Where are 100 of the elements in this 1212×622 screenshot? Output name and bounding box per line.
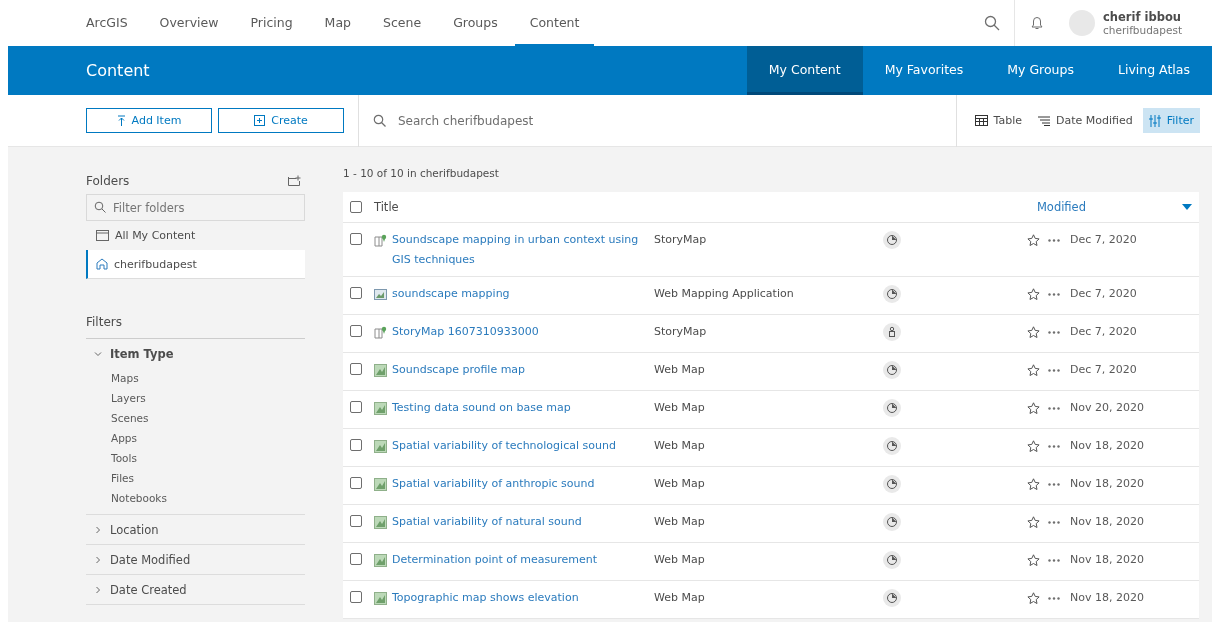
more-options-icon[interactable] bbox=[1048, 445, 1060, 448]
star-icon[interactable] bbox=[1027, 516, 1040, 529]
item-type: StoryMap bbox=[654, 232, 708, 248]
item-type-option[interactable]: Notebooks bbox=[86, 488, 305, 508]
item-title-link[interactable]: Spatial variability of anthropic sound bbox=[392, 474, 595, 494]
item-type: Web Map bbox=[654, 400, 706, 416]
filter-toggle[interactable]: Item Type bbox=[86, 339, 182, 368]
item-type-option[interactable]: Files bbox=[86, 468, 305, 488]
more-options-icon[interactable] bbox=[1048, 331, 1060, 334]
more-options-icon[interactable] bbox=[1048, 239, 1060, 242]
item-type: Web Map bbox=[654, 514, 706, 530]
filter-folders-field[interactable]: Filter folders bbox=[86, 194, 305, 221]
web-map-icon bbox=[374, 440, 387, 453]
star-icon[interactable] bbox=[1027, 288, 1040, 301]
more-options-icon[interactable] bbox=[1048, 597, 1060, 600]
storymap-icon bbox=[374, 234, 387, 247]
filter-toggle[interactable]: Date Modified bbox=[86, 545, 199, 574]
star-icon[interactable] bbox=[1027, 402, 1040, 415]
web-map-icon bbox=[374, 402, 387, 415]
item-title-link[interactable]: soundscape mapping bbox=[392, 284, 510, 304]
more-options-icon[interactable] bbox=[1048, 369, 1060, 372]
row-checkbox[interactable] bbox=[350, 439, 362, 451]
item-type-option[interactable]: Scenes bbox=[86, 408, 305, 428]
modified-date: Nov 20, 2020 bbox=[1070, 400, 1144, 416]
star-icon[interactable] bbox=[1027, 592, 1040, 605]
row-checkbox[interactable] bbox=[350, 515, 362, 527]
item-type: Web Map bbox=[654, 438, 706, 454]
row-checkbox[interactable] bbox=[350, 363, 362, 375]
star-icon[interactable] bbox=[1027, 478, 1040, 491]
item-title-link[interactable]: Spatial variability of natural sound bbox=[392, 512, 582, 532]
filter-button[interactable]: Filter bbox=[1142, 108, 1200, 133]
table-icon bbox=[974, 115, 988, 126]
content-tab[interactable]: My Groups bbox=[985, 46, 1096, 95]
star-icon[interactable] bbox=[1027, 326, 1040, 339]
sort-icon bbox=[1038, 115, 1050, 126]
item-title-link[interactable]: Testing data sound on base map bbox=[392, 398, 571, 418]
chevron-icon bbox=[94, 525, 102, 534]
item-type: Web Map bbox=[654, 476, 706, 492]
star-icon[interactable] bbox=[1027, 364, 1040, 377]
user-username: cherifbudapest bbox=[1103, 24, 1182, 36]
modified-date: Nov 18, 2020 bbox=[1070, 476, 1144, 492]
item-type-option[interactable]: Maps bbox=[86, 368, 305, 388]
item-type-option[interactable]: Tools bbox=[86, 448, 305, 468]
more-options-icon[interactable] bbox=[1048, 407, 1060, 410]
chevron-icon bbox=[94, 585, 102, 594]
sort-button[interactable]: Date Modified bbox=[1032, 108, 1139, 133]
upload-icon bbox=[116, 115, 126, 126]
add-item-button[interactable]: Add Item bbox=[86, 108, 212, 133]
star-icon[interactable] bbox=[1027, 234, 1040, 247]
nav-link[interactable]: Groups bbox=[438, 0, 513, 46]
row-checkbox[interactable] bbox=[350, 477, 362, 489]
nav-link[interactable]: Map bbox=[309, 0, 366, 46]
item-type: Web Map bbox=[654, 552, 706, 568]
modified-date: Dec 7, 2020 bbox=[1070, 324, 1137, 340]
nav-link[interactable]: Pricing bbox=[235, 0, 308, 46]
item-type-option[interactable]: Layers bbox=[86, 388, 305, 408]
select-all-checkbox[interactable] bbox=[350, 201, 362, 213]
item-type-option[interactable]: Apps bbox=[86, 428, 305, 448]
page-title: Content bbox=[86, 61, 150, 80]
row-checkbox[interactable] bbox=[350, 287, 362, 299]
row-checkbox[interactable] bbox=[350, 325, 362, 337]
content-tab[interactable]: Living Atlas bbox=[1096, 46, 1212, 95]
item-title-link[interactable]: StoryMap 1607310933000 bbox=[392, 322, 539, 342]
more-options-icon[interactable] bbox=[1048, 293, 1060, 296]
modified-date: Dec 7, 2020 bbox=[1070, 362, 1137, 378]
storymap-icon bbox=[374, 326, 387, 339]
new-folder-icon[interactable] bbox=[288, 175, 301, 186]
sort-descending-icon[interactable] bbox=[1182, 204, 1192, 210]
table-view-button[interactable]: Table bbox=[968, 108, 1028, 133]
more-options-icon[interactable] bbox=[1048, 559, 1060, 562]
filter-toggle[interactable]: Location bbox=[86, 515, 167, 544]
modified-date: Dec 7, 2020 bbox=[1070, 232, 1137, 248]
more-options-icon[interactable] bbox=[1048, 483, 1060, 486]
item-title-link[interactable]: Soundscape profile map bbox=[392, 360, 526, 380]
nav-link[interactable]: ArcGIS bbox=[86, 0, 143, 46]
modified-column-header[interactable]: Modified bbox=[1036, 200, 1086, 214]
item-title-link[interactable]: Topographic map shows elevation bbox=[392, 588, 579, 608]
filter-toggle[interactable]: Date Created bbox=[86, 575, 195, 604]
row-checkbox[interactable] bbox=[350, 233, 362, 245]
nav-link[interactable]: Scene bbox=[368, 0, 437, 46]
person-icon bbox=[883, 323, 901, 341]
create-button[interactable]: Create bbox=[218, 108, 344, 133]
item-title-link[interactable]: Spatial variability of technological sound bbox=[392, 436, 616, 456]
item-title-link[interactable]: Determination point of measurement bbox=[392, 550, 598, 570]
folder-item[interactable]: All My Content bbox=[86, 221, 305, 250]
star-icon[interactable] bbox=[1027, 554, 1040, 567]
results-count: 1 - 10 of 10 in cherifbudapest bbox=[343, 167, 500, 181]
row-checkbox[interactable] bbox=[350, 553, 362, 565]
modified-date: Dec 7, 2020 bbox=[1070, 286, 1137, 302]
row-checkbox[interactable] bbox=[350, 401, 362, 413]
chevron-icon bbox=[94, 555, 102, 564]
content-tab[interactable]: My Content bbox=[746, 46, 863, 95]
content-tab[interactable]: My Favorites bbox=[862, 46, 986, 95]
nav-link[interactable]: Overview bbox=[144, 0, 234, 46]
more-options-icon[interactable] bbox=[1048, 521, 1060, 524]
folder-item[interactable]: cherifbudapest bbox=[86, 250, 305, 279]
plus-square-icon bbox=[254, 115, 266, 126]
row-checkbox[interactable] bbox=[350, 591, 362, 603]
star-icon[interactable] bbox=[1027, 440, 1040, 453]
item-title-link[interactable]: Soundscape mapping in urban context using GIS techniques bbox=[392, 230, 654, 270]
